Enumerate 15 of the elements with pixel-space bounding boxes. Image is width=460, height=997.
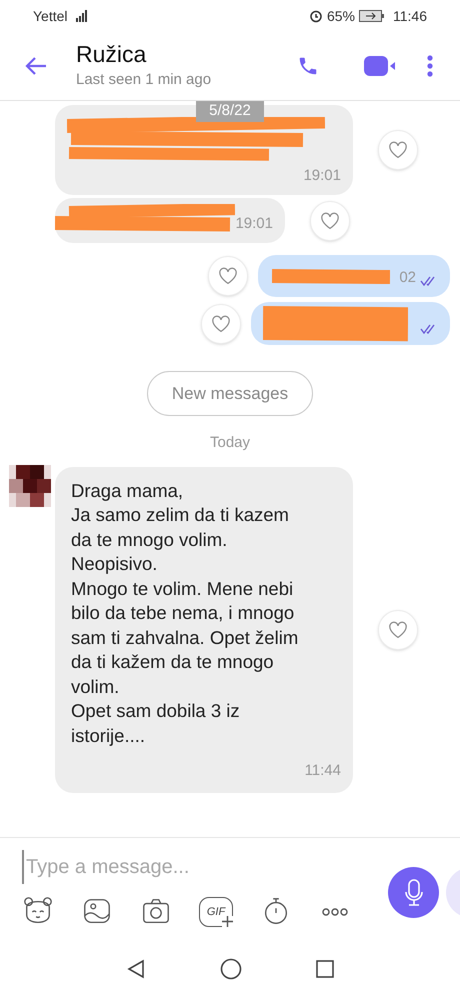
message-time: 02 (399, 268, 416, 288)
message-time: 19:01 (235, 214, 273, 234)
gif-button[interactable]: GIF (199, 897, 233, 927)
new-messages-button[interactable]: New messages (147, 371, 313, 416)
message-input-field[interactable]: Type a message... (22, 850, 362, 884)
battery-percent: 65% (326, 6, 355, 26)
contact-name: Ružica (76, 40, 148, 70)
message-time: 11:44 (304, 761, 341, 781)
carrier-name: Yettel (33, 6, 68, 26)
last-seen-status: Last seen 1 min ago (76, 70, 212, 90)
message-time: 19:01 (303, 166, 341, 186)
clock-time: 11:46 (393, 6, 427, 26)
date-chip: 5/8/22 (196, 101, 264, 122)
day-divider: Today (210, 433, 250, 453)
message-text: Draga mama, Ja samo zelim da ti kazem da te mnogo volim. Neopisivo. Mnogo te volim. Mene nebi bilo da tebe nema, i mnogo sam ti zahvalna. Opet želim da ti kažem da te mnogo volim. Opet sam dobila 3 iz istorije.... (71, 478, 300, 748)
